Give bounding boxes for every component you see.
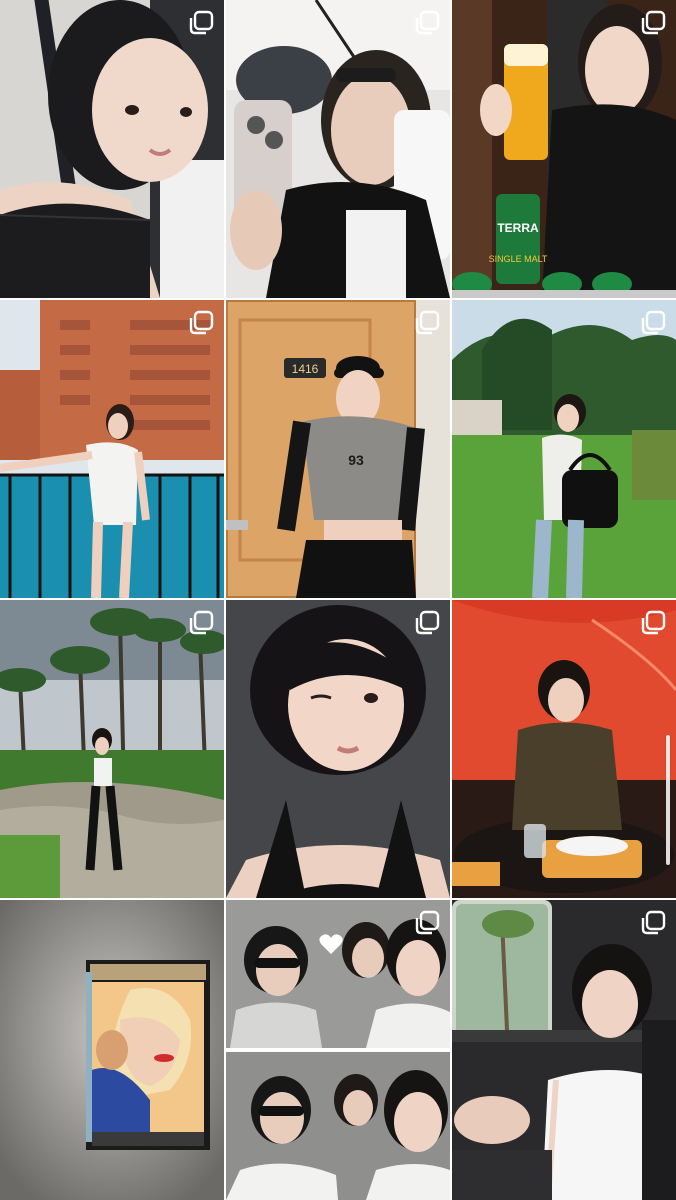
multiple-posts-icon <box>641 10 666 35</box>
post-tile-9[interactable] <box>452 600 676 898</box>
can-brand-text: TERRA <box>497 221 539 235</box>
multiple-posts-icon <box>641 310 666 335</box>
post-tile-5[interactable]: 1416 93 <box>226 300 450 598</box>
post-tile-4[interactable] <box>0 300 224 598</box>
post-tile-2[interactable] <box>226 0 450 298</box>
multiple-posts-icon <box>415 610 440 635</box>
post-tile-8[interactable] <box>226 600 450 898</box>
multiple-posts-icon <box>641 610 666 635</box>
post-thumbnail-hotel-door: 1416 93 <box>226 300 450 598</box>
post-tile-11[interactable] <box>226 900 450 1200</box>
multiple-posts-icon <box>641 910 666 935</box>
post-thumbnail-red-restaurant <box>452 600 676 898</box>
can-label-text: SINGLE MALT <box>489 254 548 264</box>
post-tile-7[interactable] <box>0 600 224 898</box>
heart-sticker-icon <box>319 934 343 954</box>
post-tile-10[interactable] <box>0 900 224 1200</box>
post-thumbnail-mirror-selfie <box>226 0 450 298</box>
post-tile-3[interactable]: TERRA SINGLE MALT <box>452 0 676 298</box>
multiple-posts-icon <box>189 10 214 35</box>
post-tile-1[interactable] <box>0 0 224 298</box>
post-thumbnail-garden-handbag <box>452 300 676 598</box>
post-thumbnail-framed-art <box>0 900 224 1200</box>
room-number-plate: 1416 <box>292 362 319 376</box>
multiple-posts-icon <box>415 10 440 35</box>
profile-post-grid: TERRA SINGLE MALT 1416 93 <box>0 0 676 1200</box>
post-thumbnail-van-window <box>452 900 676 1200</box>
post-thumbnail-palm-trees <box>0 600 224 898</box>
post-tile-6[interactable] <box>452 300 676 598</box>
scrollbar-thumb[interactable] <box>666 735 670 865</box>
multiple-posts-icon <box>189 610 214 635</box>
jersey-number: 93 <box>348 452 364 468</box>
post-thumbnail-beer-toast: TERRA SINGLE MALT <box>452 0 676 298</box>
post-thumbnail-selfie-car <box>0 0 224 298</box>
multiple-posts-icon <box>189 310 214 335</box>
post-tile-12[interactable] <box>452 900 676 1200</box>
post-thumbnail-pool-balcony <box>0 300 224 598</box>
multiple-posts-icon <box>415 910 440 935</box>
multiple-posts-icon <box>415 310 440 335</box>
post-thumbnail-closeup-selfie <box>226 600 450 898</box>
